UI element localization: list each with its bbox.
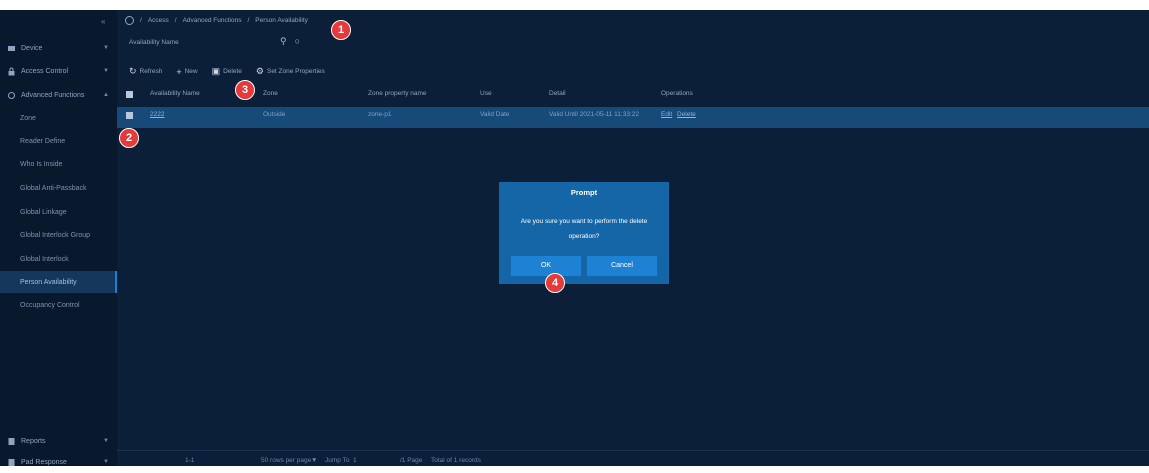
total-records: Total of 1 records [431, 457, 481, 464]
col-zone[interactable]: Zone [263, 90, 278, 97]
search-icon[interactable]: ⚲ [280, 36, 295, 46]
rows-per-page-select[interactable]: 50 rows per page [261, 457, 311, 464]
cancel-button[interactable]: Cancel [587, 256, 657, 276]
lock-icon [7, 67, 16, 76]
sidebar-item-global-linkage[interactable]: Global Linkage [0, 201, 117, 223]
home-icon[interactable] [125, 16, 134, 25]
cell-detail: Valid Until 2021-05-11 11:33:22 [549, 111, 639, 118]
chevron-down-icon: ▼ [103, 438, 109, 444]
gear-icon: ⚙ [255, 66, 264, 76]
refresh-icon: ↻ [129, 66, 137, 76]
sidebar-item-device[interactable]: Device ▼ [0, 37, 117, 59]
set-zone-properties-button[interactable]: ⚙ Set Zone Properties [256, 66, 325, 77]
page-count: /1 Page [400, 457, 423, 464]
breadcrumb-access[interactable]: Access [148, 17, 169, 24]
sidebar-item-pad-response[interactable]: Pad Response ▼ [0, 451, 117, 473]
dropdown-arrow-icon[interactable]: ▼ [311, 457, 317, 464]
refresh-search-icon[interactable]: ○ [295, 36, 308, 46]
device-icon [7, 44, 16, 53]
step-marker-3: 3 [235, 80, 255, 100]
page-input[interactable]: 1 [353, 457, 357, 464]
sidebar-item-label: Device [21, 44, 43, 52]
sidebar-item-global-anti-passback[interactable]: Global Anti-Passback [0, 177, 117, 199]
chevron-down-icon: ▼ [103, 45, 109, 51]
new-button[interactable]: + New [176, 67, 197, 77]
record-range: 1-1 [185, 457, 195, 464]
select-all-checkbox[interactable] [126, 91, 133, 98]
jump-to-label: Jump To [325, 457, 350, 464]
app-window: « Device ▼ Access Control ▼ Advanced Fun… [0, 10, 1149, 466]
sidebar-item-global-interlock[interactable]: Global Interlock [0, 248, 117, 270]
step-marker-1: 1 [331, 20, 351, 40]
availability-name-label: Availability Name [129, 39, 179, 46]
collapse-sidebar-icon[interactable]: « [101, 17, 105, 26]
pagination-bar: 1-1 50 rows per page ▼ Jump To 1 /1 Page… [117, 450, 1149, 467]
cell-use: Valid Date [480, 111, 510, 118]
refresh-button[interactable]: ↻ Refresh [129, 66, 162, 77]
chevron-down-icon: ▼ [103, 459, 109, 465]
trash-icon: ▣ [211, 66, 221, 76]
sidebar-item-reports[interactable]: Reports ▼ [0, 430, 117, 452]
plus-icon: + [176, 66, 182, 77]
pad-icon [7, 458, 16, 467]
dialog-message: Are you sure you want to perform the del… [520, 218, 648, 240]
sidebar-item-label: Access Control [21, 67, 69, 75]
sidebar-item-label: Reports [21, 437, 46, 445]
cell-zone: Outside [263, 111, 286, 118]
sidebar-item-person-availability[interactable]: Person Availability [0, 271, 117, 293]
sidebar-item-who-is-inside[interactable]: Who Is Inside [0, 153, 117, 175]
sidebar-item-reader-define[interactable]: Reader Define [0, 130, 117, 152]
cell-name[interactable]: 2222 [150, 111, 164, 118]
sidebar-item-label: Advanced Functions [21, 91, 85, 99]
breadcrumb-advanced-functions[interactable]: Advanced Functions [183, 17, 242, 24]
step-marker-2: 2 [119, 128, 139, 148]
reports-icon [7, 437, 16, 446]
sidebar-item-global-interlock-group[interactable]: Global Interlock Group [0, 224, 117, 246]
sidebar-item-zone[interactable]: Zone [0, 107, 117, 129]
sidebar: « Device ▼ Access Control ▼ Advanced Fun… [0, 10, 117, 466]
delete-button[interactable]: ▣ Delete [212, 66, 242, 77]
sidebar-item-occupancy-control[interactable]: Occupancy Control [0, 294, 117, 316]
chevron-down-icon: ▼ [103, 68, 109, 74]
col-operations: Operations [661, 90, 693, 97]
sidebar-item-advanced-functions[interactable]: Advanced Functions ▲ [0, 84, 117, 106]
advanced-icon [7, 91, 16, 100]
cell-zone-property: zone-p1 [368, 111, 392, 118]
table-row[interactable]: 2222 Outside zone-p1 Valid Date Valid Un… [117, 107, 1149, 128]
edit-link[interactable]: Edit [661, 111, 672, 118]
col-availability-name[interactable]: Availability Name [150, 90, 200, 97]
chevron-up-icon: ▲ [103, 92, 109, 98]
table-header: Availability Name Zone Zone property nam… [117, 86, 1149, 104]
col-zone-property-name[interactable]: Zone property name [368, 90, 427, 97]
sidebar-item-label: Pad Response [21, 458, 67, 466]
col-detail[interactable]: Detail [549, 90, 566, 97]
confirm-dialog: Prompt Are you sure you want to perform … [499, 182, 669, 284]
step-marker-4: 4 [545, 273, 565, 293]
ok-button[interactable]: OK [511, 256, 581, 276]
dialog-title: Prompt [570, 188, 598, 197]
delete-link[interactable]: Delete [677, 111, 696, 118]
breadcrumb-person-availability: Person Availability [255, 17, 308, 24]
col-use[interactable]: Use [480, 90, 492, 97]
breadcrumb: / Access / Advanced Functions / Person A… [125, 16, 308, 25]
toolbar: ↻ Refresh + New ▣ Delete ⚙ Set Zone Properti… [129, 66, 325, 77]
row-checkbox[interactable] [126, 112, 133, 119]
search-actions: ⚲○ [280, 36, 308, 47]
sidebar-item-access-control[interactable]: Access Control ▼ [0, 60, 117, 82]
